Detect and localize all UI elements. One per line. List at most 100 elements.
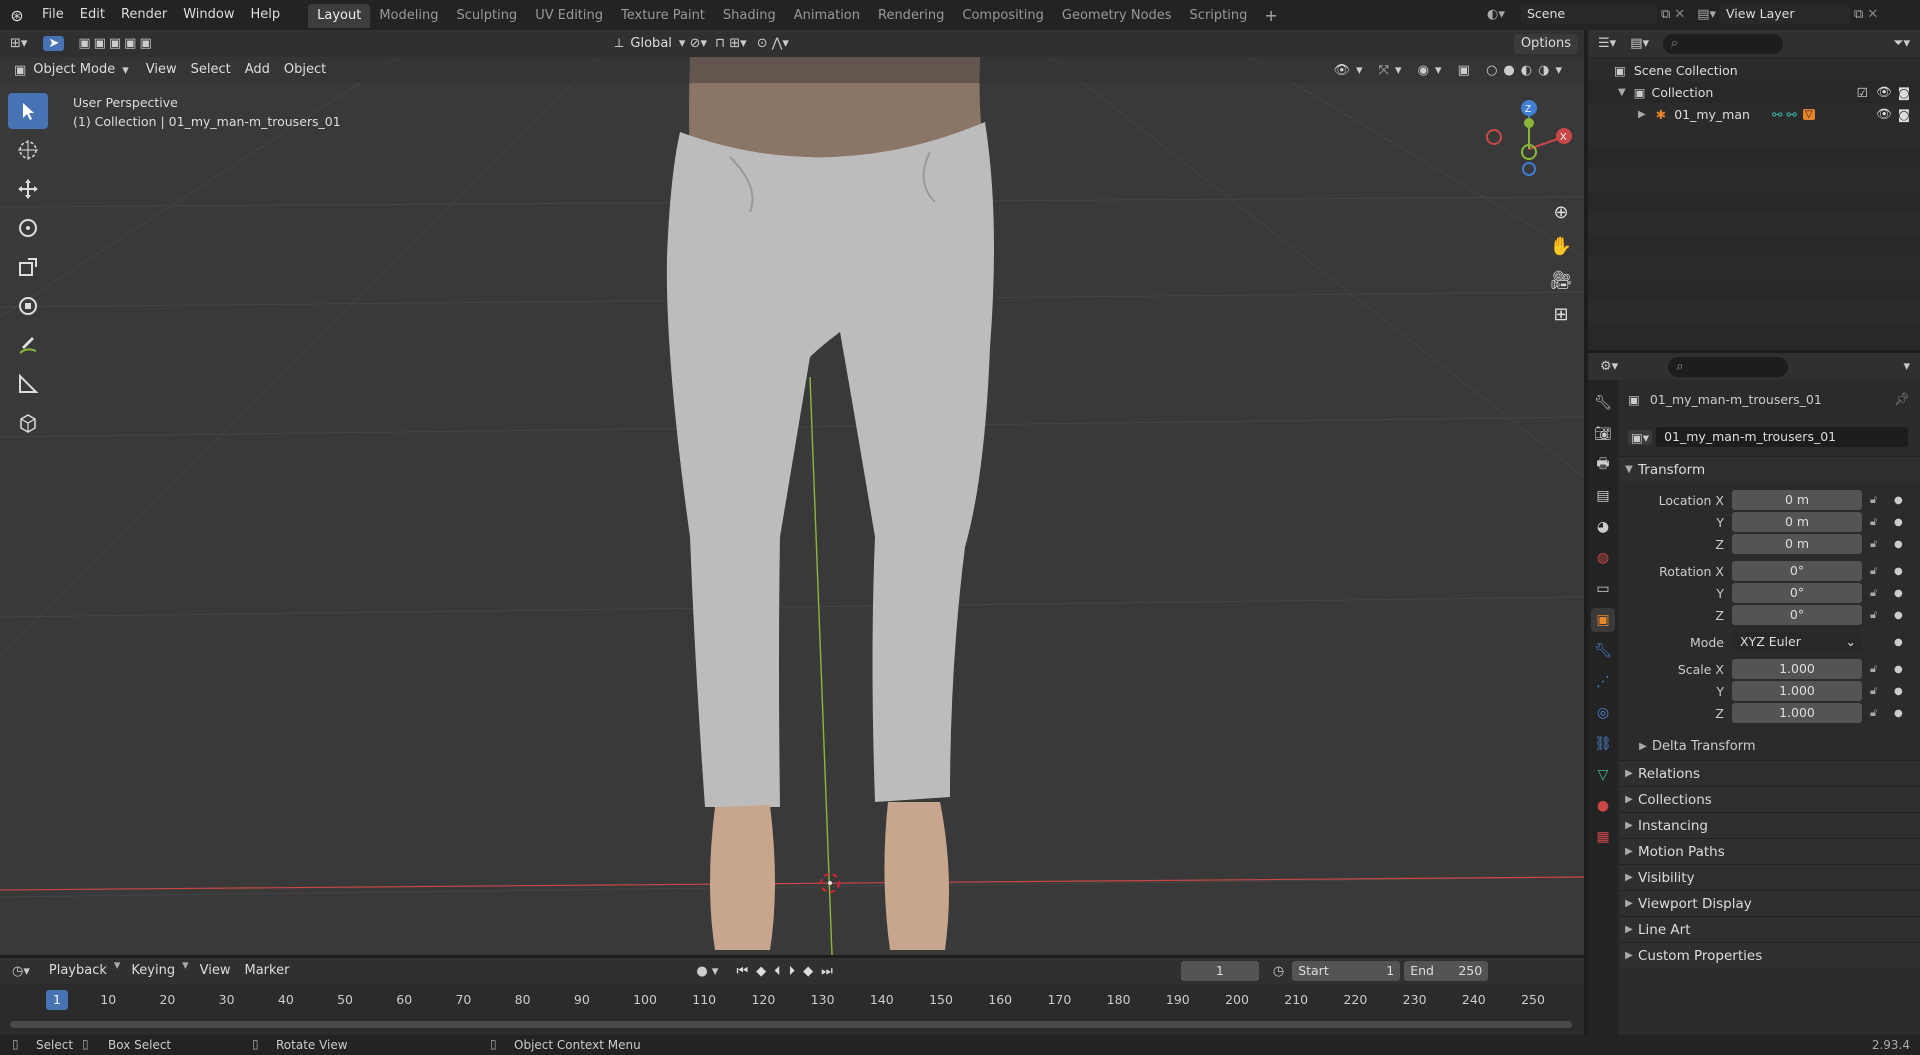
lock-icon[interactable]: 🔓︎ xyxy=(1870,608,1884,622)
timeline-menu-playback[interactable]: Playback xyxy=(42,958,114,984)
lock-icon[interactable]: 🔓︎ xyxy=(1870,706,1884,720)
tab-animation[interactable]: Animation xyxy=(785,4,869,28)
pin-icon[interactable]: 📌︎ xyxy=(1894,391,1910,407)
rotation-mode-dropdown[interactable]: XYZ Euler ⌄ xyxy=(1732,632,1862,652)
viewport-menu-add[interactable]: Add xyxy=(238,57,277,83)
tab-sculpting[interactable]: Sculpting xyxy=(447,4,526,28)
expand-icon[interactable]: ▶ xyxy=(1638,109,1646,120)
object-name-field[interactable]: 01_my_man-m_trousers_01 xyxy=(1656,427,1909,447)
viewport-menu-object[interactable]: Object xyxy=(277,57,333,83)
texture-tab-icon[interactable]: ▦ xyxy=(1591,825,1615,849)
menu-render[interactable]: Render xyxy=(113,0,175,30)
properties-search-input[interactable]: ⌕ xyxy=(1668,356,1789,377)
collection-tab-icon[interactable]: ▭ xyxy=(1591,577,1615,601)
tab-modeling[interactable]: Modeling xyxy=(370,4,447,28)
mesh-data-icon[interactable]: ▽ xyxy=(1802,108,1815,120)
options-dropdown[interactable]: Options xyxy=(1513,33,1578,54)
particles-tab-icon[interactable]: ⋰ xyxy=(1591,670,1615,694)
outliner-editor-icon[interactable]: ☰▾ xyxy=(1598,36,1616,51)
pivot-icon[interactable]: ▾ ⊘▾ xyxy=(679,36,707,51)
tab-geometry-nodes[interactable]: Geometry Nodes xyxy=(1053,4,1181,28)
panel-visibility[interactable]: ▶ Visibility xyxy=(1620,864,1920,890)
add-workspace-icon[interactable]: + xyxy=(1264,6,1277,25)
panel-custom-properties[interactable]: ▶ Custom Properties xyxy=(1620,942,1920,968)
end-frame-field[interactable]: End 250 xyxy=(1404,961,1489,981)
panel-collections[interactable]: ▶ Collections xyxy=(1620,786,1920,812)
annotate-tool[interactable] xyxy=(8,327,48,363)
properties-options-icon[interactable]: ▾ xyxy=(1903,359,1910,374)
expand-icon[interactable]: ▼ xyxy=(1618,87,1626,98)
select-mode-icons[interactable]: ▣▣▣▣▣ xyxy=(78,36,154,51)
display-mode-icon[interactable]: ▤▾ xyxy=(1630,36,1649,51)
scene-field[interactable]: Scene xyxy=(1521,4,1657,24)
lock-icon[interactable]: 🔓︎ xyxy=(1870,586,1884,600)
properties-editor-icon[interactable]: ⚙▾ xyxy=(1600,359,1618,374)
transform-panel-header[interactable]: ▼ Transform xyxy=(1620,456,1920,482)
tab-uv-editing[interactable]: UV Editing xyxy=(526,4,612,28)
visibility-eye-icon[interactable]: 👁︎ xyxy=(1876,84,1892,100)
constraints-tab-icon[interactable]: ⛓︎ xyxy=(1591,732,1615,756)
object-browse-icon[interactable]: ▣▾ xyxy=(1628,429,1653,445)
exclude-checkbox[interactable]: ☑ xyxy=(1857,85,1868,100)
render-camera-icon[interactable]: ◙ xyxy=(1898,85,1910,100)
preview-range-icon[interactable]: ◷ xyxy=(1273,964,1284,979)
menu-edit[interactable]: Edit xyxy=(72,0,113,30)
render-tab-icon[interactable]: 📷︎ xyxy=(1591,422,1615,446)
panel-viewport-display[interactable]: ▶ Viewport Display xyxy=(1620,890,1920,916)
select-box-tool[interactable] xyxy=(8,93,48,129)
editor-type-icon[interactable]: ⊞▾ xyxy=(0,36,37,51)
tool-tab-icon[interactable]: 🔧︎ xyxy=(1591,391,1615,415)
tab-shading[interactable]: Shading xyxy=(714,4,785,28)
view-layer-tab-icon[interactable]: ▤ xyxy=(1591,484,1615,508)
panel-relations[interactable]: ▶ Relations xyxy=(1620,760,1920,786)
scale-tool[interactable] xyxy=(8,249,48,285)
panel-instancing[interactable]: ▶ Instancing xyxy=(1620,812,1920,838)
menu-file[interactable]: File xyxy=(34,0,72,30)
rotation-x-field[interactable]: 0° xyxy=(1732,561,1862,581)
location-z-field[interactable]: 0 m xyxy=(1732,534,1862,554)
scene-tab-icon[interactable]: ◕ xyxy=(1591,515,1615,539)
timeline-scrollbar[interactable] xyxy=(10,1021,1572,1028)
tab-compositing[interactable]: Compositing xyxy=(953,4,1053,28)
playback-controls[interactable]: ⏮◆⏴⏵◆⏭ xyxy=(736,964,840,979)
move-tool[interactable] xyxy=(8,171,48,207)
lock-icon[interactable]: 🔓︎ xyxy=(1870,662,1884,676)
measure-tool[interactable] xyxy=(8,366,48,402)
outliner-row-scene-collection[interactable]: ▣ Scene Collection xyxy=(1588,59,1920,81)
viewport-shading-icons[interactable]: 👁▾ ⤧▾ ◉▾ ▣ ○●◐◑▾ xyxy=(1333,63,1568,78)
filter-icon[interactable]: ⏷▾ xyxy=(1893,36,1910,51)
menu-help[interactable]: Help xyxy=(243,0,289,30)
rotation-y-field[interactable]: 0° xyxy=(1732,583,1862,603)
lock-icon[interactable]: 🔓︎ xyxy=(1870,537,1884,551)
tab-rendering[interactable]: Rendering xyxy=(869,4,953,28)
timeline-menu-marker[interactable]: Marker xyxy=(237,958,296,984)
view-layer-icon[interactable]: ▤▾ xyxy=(1697,7,1716,22)
scale-x-field[interactable]: 1.000 xyxy=(1732,659,1862,679)
cursor-tool[interactable] xyxy=(8,132,48,168)
object-tab-icon[interactable]: ▣ xyxy=(1591,608,1615,632)
playhead[interactable]: 1 xyxy=(46,990,68,1010)
panel-motion-paths[interactable]: ▶ Motion Paths xyxy=(1620,838,1920,864)
panel-line-art[interactable]: ▶ Line Art xyxy=(1620,916,1920,942)
delta-transform-subpanel[interactable]: ▶ Delta Transform xyxy=(1620,735,1920,757)
new-view-layer-icon[interactable]: ⧉ xyxy=(1854,7,1863,22)
rotation-z-field[interactable]: 0° xyxy=(1732,605,1862,625)
proportional-edit-icon[interactable]: ⊙ ⋀▾ xyxy=(757,36,789,51)
data-tab-icon[interactable]: ▽ xyxy=(1591,763,1615,787)
delete-scene-icon[interactable]: ✕ xyxy=(1674,7,1685,22)
scale-z-field[interactable]: 1.000 xyxy=(1732,703,1862,723)
modifier-tab-icon[interactable]: 🔧︎ xyxy=(1591,639,1615,663)
output-tab-icon[interactable]: 🖶︎ xyxy=(1591,453,1615,477)
timeline-menu-view[interactable]: View xyxy=(193,958,238,984)
lock-icon[interactable]: 🔓︎ xyxy=(1870,564,1884,578)
menu-window[interactable]: Window xyxy=(175,0,242,30)
start-frame-field[interactable]: Start 1 xyxy=(1292,961,1401,981)
snap-icon[interactable]: ⊓ ⊞▾ xyxy=(715,36,747,51)
outliner-row-collection[interactable]: ▼ ▣ Collection ☑ 👁︎ ◙ xyxy=(1588,81,1920,103)
timeline-ruler[interactable]: 10 20 30 40 50 60 70 80 90 100 110 120 130 140 150 160 1… xyxy=(0,992,1584,1012)
pan-hand-icon[interactable]: ✋ xyxy=(1546,231,1576,261)
new-scene-icon[interactable]: ⧉ xyxy=(1661,7,1670,22)
outliner-search-input[interactable]: ⌕ xyxy=(1663,33,1783,54)
3d-viewport[interactable]: User Perspective (1) Collection | 01_my_… xyxy=(0,57,1584,955)
material-tab-icon[interactable]: ● xyxy=(1591,794,1615,818)
